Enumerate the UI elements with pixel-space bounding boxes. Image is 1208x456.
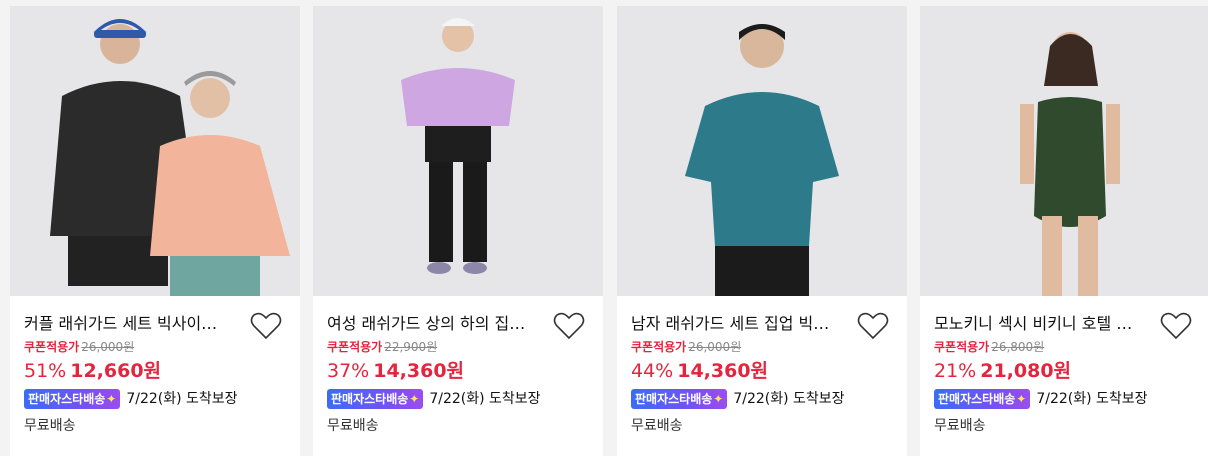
heart-outline-icon[interactable] [857,312,889,340]
coupon-price-line: 쿠폰적용가 26,800원 [934,338,1044,356]
product-title[interactable]: 여성 래쉬가드 상의 하의 집… [327,314,547,334]
price-line: 44% 14,360원 [631,358,768,384]
delivery-date: 7/22(화) 도착보장 [429,391,541,407]
star-delivery-badge: 판매자스타배송✦ [327,389,424,409]
sale-price: 14,360원 [373,360,465,382]
coupon-label: 쿠폰적용가 [934,340,990,354]
delivery-date: 7/22(화) 도착보장 [126,391,238,407]
price-line: 51% 12,660원 [24,358,161,384]
heart-outline-icon[interactable] [553,312,585,340]
product-card[interactable]: 커플 래쉬가드 세트 빅사이… 쿠폰적용가 26,000원 51% 12,660원 … [10,6,300,456]
price-line: 21% 21,080원 [934,358,1071,384]
product-title[interactable]: 모노키니 섹시 비키니 호텔 … [934,314,1154,334]
coupon-label: 쿠폰적용가 [631,340,687,354]
free-shipping: 무료배송 [934,418,986,434]
product-image[interactable] [313,6,603,296]
heart-outline-icon[interactable] [250,312,282,340]
coupon-label: 쿠폰적용가 [327,340,383,354]
original-price: 26,800원 [991,340,1045,354]
coupon-price-line: 쿠폰적용가 26,000원 [631,338,741,356]
sale-price: 14,360원 [677,360,769,382]
product-title[interactable]: 남자 래쉬가드 세트 집업 빅… [631,314,851,334]
delivery-line: 판매자스타배송✦ 7/22(화) 도착보장 [327,388,541,410]
original-price: 22,900원 [384,340,438,354]
sparkle-icon: ✦ [409,392,420,406]
product-title[interactable]: 커플 래쉬가드 세트 빅사이… [24,314,244,334]
coupon-price-line: 쿠폰적용가 22,900원 [327,338,437,356]
discount-rate: 44% [631,360,674,382]
product-image[interactable] [10,6,300,296]
sparkle-icon: ✦ [1016,392,1027,406]
sparkle-icon: ✦ [106,392,117,406]
delivery-line: 판매자스타배송✦ 7/22(화) 도착보장 [24,388,238,410]
sale-price: 12,660원 [70,360,162,382]
free-shipping: 무료배송 [327,418,379,434]
discount-rate: 51% [24,360,67,382]
delivery-line: 판매자스타배송✦ 7/22(화) 도착보장 [631,388,845,410]
delivery-date: 7/22(화) 도착보장 [1036,391,1148,407]
heart-outline-icon[interactable] [1160,312,1192,340]
star-delivery-badge: 판매자스타배송✦ [631,389,728,409]
free-shipping: 무료배송 [631,418,683,434]
discount-rate: 37% [327,360,370,382]
sale-price: 21,080원 [980,360,1072,382]
product-grid: 커플 래쉬가드 세트 빅사이… 쿠폰적용가 26,000원 51% 12,660원 … [0,0,1208,456]
product-card[interactable]: 남자 래쉬가드 세트 집업 빅… 쿠폰적용가 26,000원 44% 14,360원… [617,6,907,456]
product-image[interactable] [617,6,907,296]
star-delivery-badge: 판매자스타배송✦ [24,389,121,409]
sparkle-icon: ✦ [713,392,724,406]
original-price: 26,000원 [81,340,135,354]
product-card[interactable]: 모노키니 섹시 비키니 호텔 … 쿠폰적용가 26,800원 21% 21,080원… [920,6,1208,456]
discount-rate: 21% [934,360,977,382]
star-delivery-badge: 판매자스타배송✦ [934,389,1031,409]
price-line: 37% 14,360원 [327,358,464,384]
product-card[interactable]: 여성 래쉬가드 상의 하의 집… 쿠폰적용가 22,900원 37% 14,360원… [313,6,603,456]
delivery-line: 판매자스타배송✦ 7/22(화) 도착보장 [934,388,1148,410]
free-shipping: 무료배송 [24,418,76,434]
original-price: 26,000원 [688,340,742,354]
product-image[interactable] [920,6,1208,296]
coupon-label: 쿠폰적용가 [24,340,80,354]
delivery-date: 7/22(화) 도착보장 [733,391,845,407]
coupon-price-line: 쿠폰적용가 26,000원 [24,338,134,356]
